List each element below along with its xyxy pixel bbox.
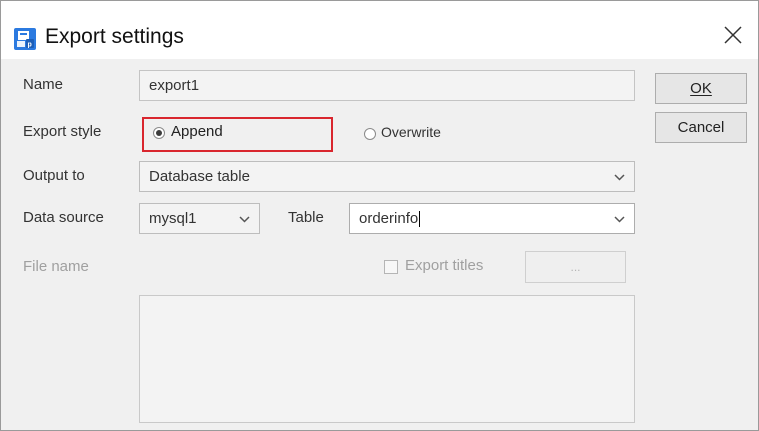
append-radio[interactable] — [153, 127, 165, 139]
table-combo[interactable]: orderinfo — [349, 203, 635, 234]
text-cursor — [419, 210, 421, 227]
cancel-button-label: Cancel — [677, 119, 725, 136]
name-field[interactable]: export1 — [139, 70, 635, 101]
output-to-value: Database table — [149, 168, 250, 185]
export-titles-checkbox[interactable] — [384, 260, 398, 274]
name-label: Name — [23, 76, 64, 93]
export-settings-icon: p — [14, 28, 36, 50]
output-to-select[interactable]: Database table — [139, 161, 635, 192]
chevron-down-icon — [239, 215, 250, 223]
file-name-label: File name — [23, 258, 89, 275]
close-icon[interactable] — [720, 22, 746, 48]
table-label: Table — [288, 209, 324, 226]
export-settings-dialog: p Export settings Name export1 Export st… — [0, 0, 759, 431]
data-source-label: Data source — [23, 209, 104, 226]
output-to-label: Output to — [23, 167, 85, 184]
ok-button-label: OK — [690, 80, 712, 97]
title-bar: p Export settings — [1, 1, 758, 59]
radio-selected-dot — [156, 130, 162, 136]
browse-button[interactable]: ... — [525, 251, 626, 283]
overwrite-radio[interactable] — [364, 128, 376, 140]
export-titles-label[interactable]: Export titles — [405, 257, 483, 274]
append-label[interactable]: Append — [171, 123, 223, 140]
dialog-title: Export settings — [45, 25, 184, 48]
file-text-area[interactable] — [139, 295, 635, 423]
ok-button[interactable]: OK — [655, 73, 747, 104]
svg-text:p: p — [28, 42, 32, 49]
overwrite-label[interactable]: Overwrite — [381, 124, 441, 140]
export-style-label: Export style — [23, 123, 102, 140]
table-value: orderinfo — [359, 210, 419, 227]
name-value: export1 — [149, 77, 200, 94]
chevron-down-icon — [614, 173, 625, 181]
data-source-value: mysql1 — [149, 210, 197, 227]
cancel-button[interactable]: Cancel — [655, 112, 747, 143]
chevron-down-icon — [614, 215, 625, 223]
data-source-select[interactable]: mysql1 — [139, 203, 260, 234]
